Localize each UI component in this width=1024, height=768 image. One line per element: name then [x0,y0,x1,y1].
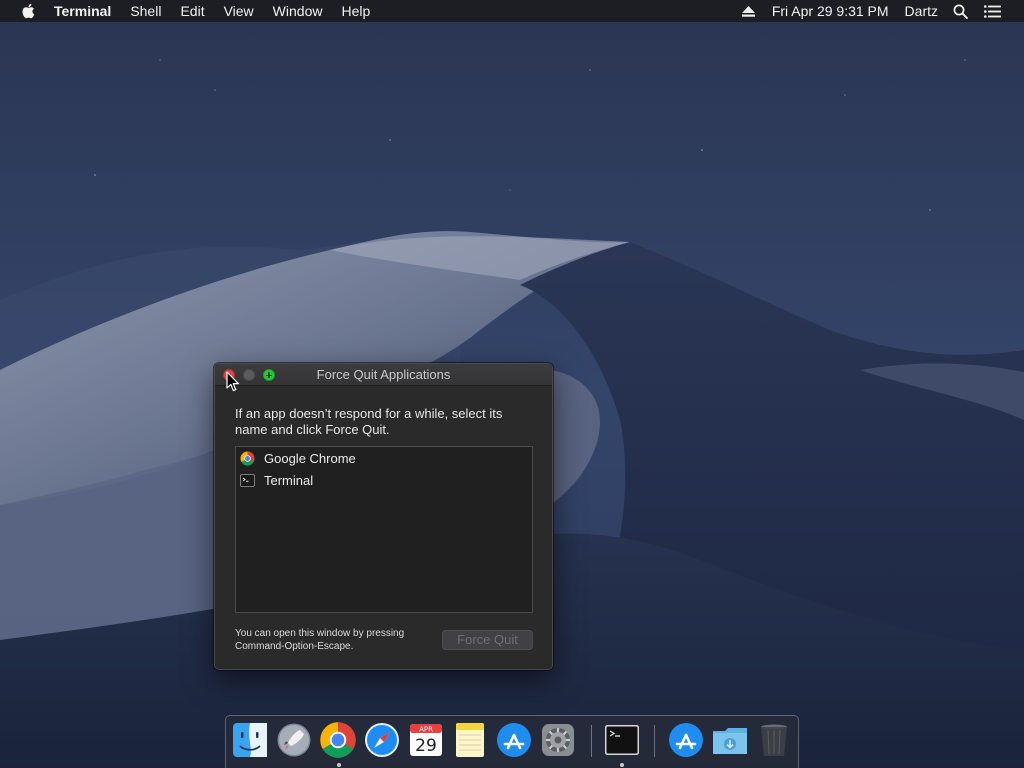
menu-view[interactable]: View [224,0,254,22]
menu-shell[interactable]: Shell [130,0,161,22]
menu-user[interactable]: Dartz [905,3,938,19]
dock: APR 29 [225,715,799,768]
svg-text:29: 29 [415,736,437,756]
eject-icon[interactable] [741,5,755,17]
chrome-icon[interactable] [319,721,357,759]
window-titlebar[interactable]: Force Quit Applications [215,364,552,386]
menu-edit[interactable]: Edit [180,0,204,22]
menu-window[interactable]: Window [273,0,323,22]
safari-icon[interactable] [363,721,401,759]
spotlight-search-icon[interactable] [953,4,968,19]
running-indicator [620,763,624,767]
menu-clock[interactable]: Fri Apr 29 9:31 PM [772,3,889,19]
system-preferences-icon[interactable] [539,721,577,759]
menu-help[interactable]: Help [341,0,370,22]
apple-logo-icon[interactable] [18,1,38,21]
terminal-icon[interactable] [603,721,641,759]
svg-text:APR: APR [419,726,433,734]
force-quit-window: Force Quit Applications If an app doesn’… [214,363,553,670]
list-item-label: Terminal [264,472,314,488]
terminal-icon [240,473,255,488]
trash-icon[interactable] [755,721,793,759]
list-item-label: Google Chrome [264,450,356,466]
mouse-pointer-icon [226,371,240,393]
app-store-downloads-icon[interactable] [667,721,705,759]
calendar-icon[interactable]: APR 29 [407,721,445,759]
notification-center-icon[interactable] [984,4,1001,18]
window-title: Force Quit Applications [316,367,451,382]
force-quit-button[interactable]: Force Quit [442,630,533,650]
chrome-icon [240,451,255,466]
list-item-google-chrome[interactable]: Google Chrome [236,447,532,469]
list-item-terminal[interactable]: Terminal [236,469,532,491]
dock-separator [654,725,655,757]
app-store-icon[interactable] [495,721,533,759]
force-quit-description: If an app doesn’t respond for a while, s… [235,406,503,437]
finder-icon[interactable] [231,721,269,759]
app-list[interactable]: Google Chrome Terminal [235,446,533,613]
shortcut-hint: You can open this window by pressing Com… [235,628,405,652]
notes-icon[interactable] [451,721,489,759]
menu-bar: Terminal Shell Edit View Window Help Fri… [0,0,1024,22]
menu-app-name[interactable]: Terminal [54,0,111,22]
running-indicator [337,763,341,767]
downloads-folder-icon[interactable] [711,721,749,759]
dock-separator [591,725,592,757]
launchpad-icon[interactable] [275,721,313,759]
